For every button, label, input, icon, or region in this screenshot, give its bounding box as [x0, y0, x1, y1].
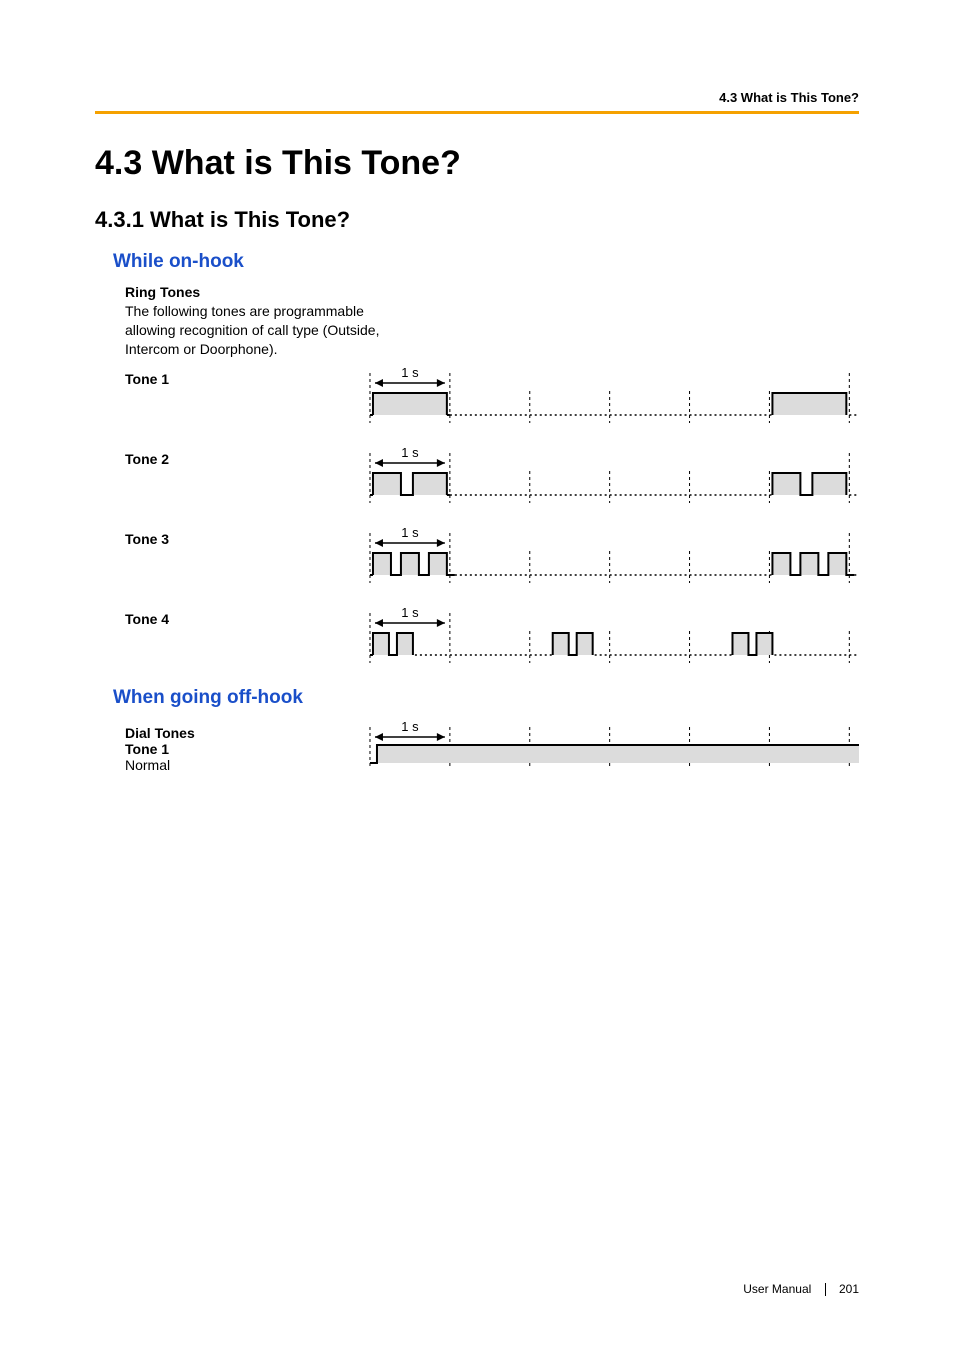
time-label: 1 s: [401, 445, 419, 460]
dial-tone1-sub: Normal: [125, 757, 355, 773]
tone3-label: Tone 3: [125, 531, 169, 547]
ring-tone-3-diagram: 1 s: [355, 525, 859, 587]
breadcrumb: 4.3 What is This Tone?: [95, 90, 859, 105]
page-footer: User Manual 201: [743, 1282, 859, 1296]
time-label: 1 s: [401, 525, 419, 540]
time-label: 1 s: [401, 719, 419, 734]
ring-tones-desc: The following tones are programmable all…: [125, 302, 405, 359]
tone4-label: Tone 4: [125, 611, 169, 627]
section-off-hook-title: When going off-hook: [113, 687, 859, 709]
time-label: 1 s: [401, 365, 419, 380]
ring-tone-2-row: Tone 2 1 s: [125, 445, 859, 507]
footer-page-number: 201: [839, 1282, 859, 1296]
dial-tone1-label: Tone 1: [125, 741, 355, 757]
dial-tone-1-row: Dial Tones Tone 1 Normal 1 s: [125, 719, 859, 773]
time-label: 1 s: [401, 605, 419, 620]
tone1-label: Tone 1: [125, 371, 169, 387]
ring-tone-1-row: Tone 1 1 s: [125, 365, 859, 427]
section-on-hook-title: While on-hook: [113, 251, 859, 273]
footer-manual-label: User Manual: [743, 1282, 811, 1296]
ring-tone-2-diagram: 1 s: [355, 445, 859, 507]
page-title-h2: 4.3.1 What is This Tone?: [95, 207, 859, 233]
ring-tone-3-row: Tone 3 1 s: [125, 525, 859, 587]
dial-tones-header: Dial Tones: [125, 725, 355, 741]
dial-tone-1-diagram: 1 s: [355, 719, 859, 769]
divider-orange: [95, 111, 859, 114]
tone2-label: Tone 2: [125, 451, 169, 467]
ring-tone-4-diagram: 1 s: [355, 605, 859, 667]
footer-divider: [825, 1283, 826, 1296]
ring-tone-4-row: Tone 4 1 s: [125, 605, 859, 667]
ring-tones-header: Ring Tones: [125, 283, 405, 302]
page-title-h1: 4.3 What is This Tone?: [95, 144, 859, 183]
ring-tone-1-diagram: 1 s: [355, 365, 859, 427]
